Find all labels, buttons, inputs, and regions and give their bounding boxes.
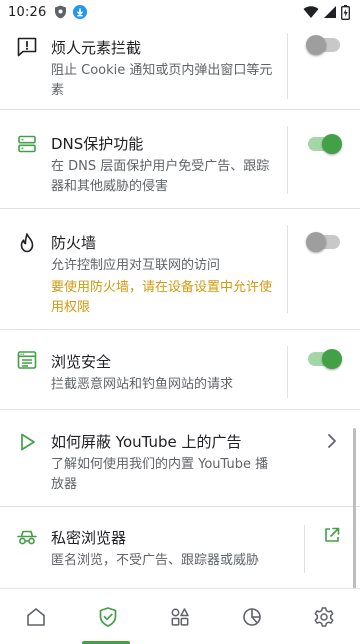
list-item-firewall[interactable]: 防火墙 允许控制应用对互联网的访问 要使用防火墙，请在设备设置中允许使用权限 [0, 209, 360, 330]
item-title: 如何屏蔽 YouTube 上的广告 [51, 433, 242, 451]
annoyance-blocking-toggle[interactable] [306, 33, 342, 57]
item-title: 防火墙 [51, 234, 97, 252]
item-divider-vertical [304, 525, 305, 573]
browsing-security-toggle[interactable] [306, 347, 342, 371]
external-link-icon[interactable] [320, 523, 344, 547]
chevron-right-icon[interactable] [320, 429, 344, 453]
item-warning: 要使用防火墙，请在设备设置中允许使用权限 [51, 280, 273, 315]
shield-icon [55, 5, 67, 19]
status-notification-icons [54, 5, 88, 19]
statistics-icon [243, 608, 261, 626]
annoyance-icon [17, 37, 37, 57]
dns-icon [18, 135, 36, 153]
browsing-security-icon [17, 351, 37, 369]
list-item-youtube-ads[interactable]: 如何屏蔽 YouTube 上的广告 了解如何使用我们的内置 YouTube 播放… [0, 410, 360, 507]
item-title: 私密浏览器 [51, 529, 127, 547]
item-divider-vertical [287, 33, 288, 99]
nav-protection[interactable] [72, 589, 144, 644]
nav-settings[interactable] [288, 589, 360, 644]
list-item-dns-protection[interactable]: DNS保护功能 在 DNS 层面保护用户免受广告、跟踪器和其他威胁的侵害 [0, 110, 360, 209]
toggle-thumb [322, 349, 342, 369]
status-bar: 10:26 [0, 0, 360, 24]
toggle-thumb [322, 134, 342, 154]
toggle-thumb [306, 232, 326, 252]
apps-icon [171, 608, 189, 626]
download-icon [73, 5, 88, 19]
toggle-thumb [306, 35, 326, 55]
item-description: 拦截恶意网站和钓鱼网站的请求 [51, 377, 234, 392]
nav-home[interactable] [0, 589, 72, 644]
item-divider-vertical [287, 225, 288, 313]
incognito-icon [17, 530, 37, 545]
battery-icon [341, 4, 350, 20]
item-description: 允许控制应用对互联网的访问 [51, 258, 221, 273]
item-divider-vertical [287, 346, 288, 398]
item-divider-vertical [287, 126, 288, 194]
protection-list: 烦人元素拦截 阻止 Cookie 通知或页内弹出窗口等元素 DNS保护功能 在 … [0, 24, 360, 588]
status-time: 10:26 [8, 4, 47, 20]
list-item-browsing-security[interactable]: 浏览安全 拦截恶意网站和钓鱼网站的请求 [0, 330, 360, 410]
dns-protection-toggle[interactable] [306, 132, 342, 156]
list-item-annoyance-blocking[interactable]: 烦人元素拦截 阻止 Cookie 通知或页内弹出窗口等元素 [0, 24, 360, 110]
item-description: 阻止 Cookie 通知或页内弹出窗口等元素 [51, 63, 273, 98]
status-system-icons [303, 4, 350, 20]
protection-icon [99, 607, 117, 627]
item-description: 匿名浏览，不受广告、跟踪器或威胁 [51, 553, 260, 568]
firewall-icon [20, 233, 34, 253]
item-title: 浏览安全 [51, 353, 112, 371]
item-title: DNS保护功能 [51, 135, 144, 153]
signal-icon [324, 6, 336, 18]
wifi-icon [303, 6, 319, 18]
item-title: 烦人元素拦截 [51, 39, 142, 57]
settings-icon [314, 607, 334, 627]
item-description: 在 DNS 层面保护用户免受广告、跟踪器和其他威胁的侵害 [51, 159, 270, 194]
item-description: 了解如何使用我们的内置 YouTube 播放器 [51, 457, 269, 492]
nav-apps[interactable] [144, 589, 216, 644]
play-icon [21, 433, 35, 451]
scrollbar[interactable] [353, 428, 356, 588]
nav-statistics[interactable] [216, 589, 288, 644]
home-icon [27, 608, 45, 626]
firewall-toggle[interactable] [306, 230, 342, 254]
list-item-private-browser[interactable]: 私密浏览器 匿名浏览，不受广告、跟踪器或威胁 [0, 507, 360, 588]
bottom-navigation [0, 588, 360, 644]
